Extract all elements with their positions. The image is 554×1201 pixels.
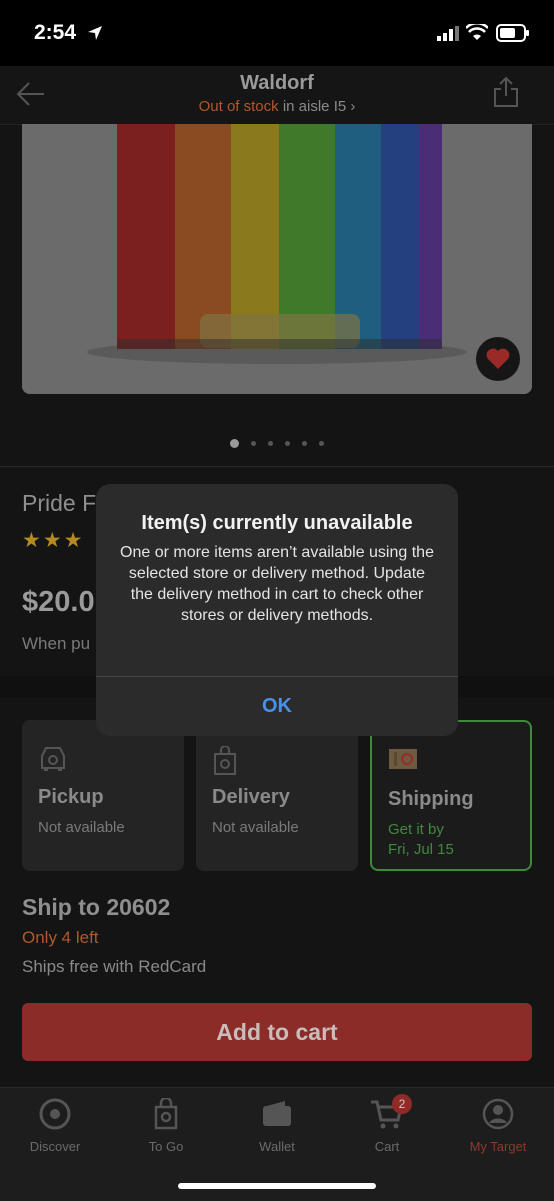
stock-status[interactable]: Out of stock in aisle I5 › [0, 98, 554, 115]
tab-label: Discover [29, 1139, 81, 1154]
battery-icon [496, 24, 529, 42]
aisle-label: in aisle I5 [282, 98, 347, 115]
tab-label: Cart [374, 1139, 400, 1154]
heart-icon [486, 348, 510, 369]
alert-title: Item(s) currently unavailable [141, 512, 413, 534]
chevron-right-icon: › [350, 98, 356, 115]
free-shipping-note: Ships free with RedCard [22, 957, 207, 976]
tab-wallet[interactable]: Wallet [222, 1098, 332, 1154]
favorite-button[interactable] [476, 337, 520, 381]
out-of-stock-label: Out of stock [198, 98, 279, 115]
rainbow-bag-image [22, 124, 532, 394]
shipping-status-line1: Get it by [388, 821, 444, 838]
pickup-car-icon [41, 747, 65, 771]
product-price: $20.0 [22, 586, 95, 618]
location-arrow-icon [88, 26, 102, 40]
carousel-dot[interactable] [230, 439, 239, 449]
ship-to-zip[interactable]: Ship to 20602 [22, 894, 170, 921]
alert-message: One or more items aren’t available using… [120, 544, 434, 624]
add-to-cart-button[interactable]: Add to cart [22, 1003, 532, 1061]
tab-label: To Go [148, 1139, 184, 1154]
shipping-label: Shipping [388, 788, 474, 810]
target-logo-icon [39, 1098, 71, 1130]
tab-my-target[interactable]: My Target [443, 1098, 553, 1154]
profile-icon [482, 1098, 514, 1130]
carousel-dot[interactable] [319, 441, 324, 447]
home-indicator[interactable] [178, 1183, 376, 1189]
tab-to-go[interactable]: To Go [111, 1096, 221, 1154]
carousel-dot[interactable] [251, 441, 256, 447]
ok-button[interactable]: OK [96, 677, 458, 736]
status-time: 2:54 [34, 21, 77, 44]
shipping-option[interactable]: Shipping Get it by Fri, Jul 15 [370, 720, 532, 871]
pickup-option[interactable]: Pickup Not available [22, 720, 184, 871]
tab-label: My Target [469, 1139, 527, 1154]
delivery-option[interactable]: Delivery Not available [196, 720, 358, 871]
stock-left: Only 4 left [22, 928, 99, 947]
share-icon[interactable] [493, 76, 519, 108]
cellular-signal-icon [437, 26, 459, 41]
tab-label: Wallet [259, 1139, 295, 1154]
store-name[interactable]: Waldorf [0, 72, 554, 95]
delivery-bag-icon [214, 746, 236, 775]
product-title: Pride F [22, 490, 97, 516]
shipping-status: Get it by Fri, Jul 15 [388, 820, 454, 860]
carousel-dot[interactable] [268, 441, 273, 447]
tab-discover[interactable]: Discover [0, 1098, 110, 1154]
product-image[interactable] [22, 124, 532, 394]
pickup-note: When pu [22, 634, 91, 653]
tab-cart[interactable]: Cart [332, 1098, 442, 1154]
status-bar: 2:54 [0, 0, 554, 66]
image-carousel-dots[interactable] [0, 435, 554, 453]
wifi-icon [466, 24, 488, 40]
rating-stars[interactable]: ★★★ [22, 528, 84, 553]
shipping-status-line2: Fri, Jul 15 [388, 841, 454, 858]
unavailable-alert-dialog: Item(s) currently unavailable One or mor… [96, 484, 458, 736]
carousel-dot[interactable] [285, 441, 290, 447]
delivery-label: Delivery [212, 786, 290, 808]
cart-count-badge: 2 [392, 1094, 412, 1114]
delivery-status: Not available [212, 819, 299, 836]
shipping-box-icon [389, 749, 417, 769]
carousel-dot[interactable] [302, 441, 307, 447]
pickup-status: Not available [38, 819, 125, 836]
section-divider [0, 466, 554, 467]
wallet-icon [263, 1101, 291, 1126]
pickup-label: Pickup [38, 786, 104, 808]
to-go-bag-icon [154, 1096, 178, 1130]
